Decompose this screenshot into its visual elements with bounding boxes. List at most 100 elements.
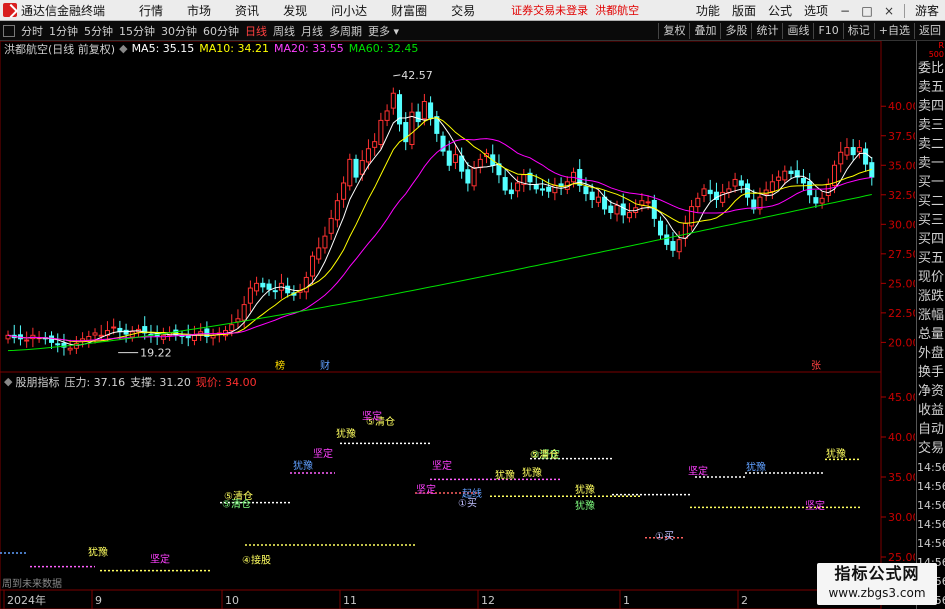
axis-label-8: 20.00	[888, 336, 915, 349]
btn-adjust[interactable]: 复权	[658, 23, 689, 39]
candle-down	[745, 183, 751, 198]
candle-up	[614, 204, 620, 215]
maximize-icon[interactable]: □	[856, 4, 878, 18]
sidebar-item-20[interactable]: 交易	[917, 439, 945, 458]
sub-signal-5: 犹豫	[293, 459, 313, 472]
candle-down	[266, 283, 272, 290]
candle-up	[421, 101, 427, 120]
date-label-3: 11	[343, 594, 357, 607]
candle-down	[664, 234, 670, 245]
menu-guest[interactable]: 游客	[909, 2, 945, 19]
menu-separator	[903, 3, 905, 18]
menu-trade[interactable]: 交易	[439, 2, 487, 19]
sidebar-item-18[interactable]: 收益	[917, 401, 945, 420]
btn-draw[interactable]: 画线	[782, 23, 813, 39]
candle-up	[819, 197, 825, 204]
menu-layout[interactable]: 版面	[726, 2, 762, 19]
candle-up	[682, 222, 688, 239]
menu-news[interactable]: 资讯	[223, 2, 271, 19]
close-icon[interactable]: ×	[878, 4, 900, 18]
sidebar-time-4: 14:56	[917, 537, 945, 550]
candle-down	[55, 343, 61, 346]
sidebar-item-2[interactable]: 卖四	[917, 97, 945, 116]
btn-mark[interactable]: 标记	[842, 23, 874, 39]
menu-quotes[interactable]: 行情	[127, 2, 175, 19]
toggle-icon[interactable]	[3, 24, 15, 37]
date-label-4: 12	[481, 594, 495, 607]
candle-up	[160, 334, 166, 340]
candle-up	[191, 334, 197, 341]
sub-legend-title: 股朋指标	[15, 375, 60, 389]
sidebar-item-12[interactable]: 涨跌	[917, 287, 945, 306]
btn-multistock[interactable]: 多股	[720, 23, 751, 39]
sub-legend-price: 现价: 34.00	[195, 375, 257, 389]
period-5min[interactable]: 5分钟	[81, 23, 116, 39]
menu-formula[interactable]: 公式	[762, 2, 798, 19]
watermark-url: www.zbgs3.com	[828, 586, 926, 600]
sidebar-item-3[interactable]: 卖三	[917, 116, 945, 135]
menu-ask[interactable]: 问小达	[319, 2, 379, 19]
period-1min[interactable]: 1分钟	[46, 23, 81, 39]
period-30min[interactable]: 30分钟	[158, 23, 200, 39]
period-monthly[interactable]: 月线	[298, 23, 326, 39]
sidebar-item-4[interactable]: 卖二	[917, 135, 945, 154]
sidebar-item-13[interactable]: 涨幅	[917, 306, 945, 325]
candle-up	[825, 183, 831, 196]
btn-stats[interactable]: 统计	[751, 23, 782, 39]
btn-overlay[interactable]: 叠加	[689, 23, 720, 39]
candle-up	[645, 201, 651, 204]
app-title: 通达信金融终端	[21, 3, 106, 18]
event-marker-2: 张	[811, 360, 821, 372]
period-multi[interactable]: 多周期	[326, 23, 365, 39]
period-daily[interactable]: 日线	[242, 23, 270, 39]
sidebar-time-0: 14:56	[917, 461, 945, 474]
period-weekly[interactable]: 周线	[270, 23, 298, 39]
sidebar-item-9[interactable]: 买四	[917, 230, 945, 249]
sub-gear-icon[interactable]: ◆	[4, 375, 12, 388]
sub-signal-15: 起线	[462, 487, 482, 500]
candle-down	[608, 205, 614, 213]
period-15min[interactable]: 15分钟	[116, 23, 158, 39]
sidebar-item-6[interactable]: 买一	[917, 173, 945, 192]
menu-market[interactable]: 市场	[175, 2, 223, 19]
candle-up	[316, 247, 322, 260]
candle-up	[515, 182, 521, 192]
sidebar-item-8[interactable]: 买三	[917, 211, 945, 230]
candle-up	[378, 119, 384, 145]
sub-signal-7: ④接股	[242, 553, 271, 566]
candle-down	[807, 181, 813, 196]
minimize-icon[interactable]: −	[834, 4, 856, 18]
btn-add-watchlist[interactable]: +自选	[873, 23, 914, 39]
sidebar-item-7[interactable]: 买二	[917, 192, 945, 211]
sidebar-item-10[interactable]: 买五	[917, 249, 945, 268]
period-60min[interactable]: 60分钟	[200, 23, 242, 39]
period-tick[interactable]: 分时	[18, 23, 46, 39]
candle-down	[583, 186, 589, 195]
candle-down	[353, 158, 359, 178]
sidebar-item-5[interactable]: 卖一	[917, 154, 945, 173]
sidebar-item-14[interactable]: 总量	[917, 325, 945, 344]
sidebar-item-19[interactable]: 自动	[917, 420, 945, 439]
sidebar-item-11[interactable]: 现价	[917, 268, 945, 287]
sidebar-item-15[interactable]: 外盘	[917, 344, 945, 363]
price-chart[interactable]: 40.00 37.50 35.00 32.50 30.00 27.50 25.00 22.50…	[0, 41, 915, 609]
menu-function[interactable]: 功能	[690, 2, 726, 19]
menu-wealth-circle[interactable]: 财富圈	[379, 2, 439, 19]
sidebar-item-16[interactable]: 换手	[917, 363, 945, 382]
candle-down	[446, 150, 452, 166]
sub-signal-3: 犹豫	[336, 427, 356, 440]
low-label: 19.22	[140, 347, 172, 360]
legend-gear-icon[interactable]: ◆	[119, 42, 127, 55]
chart-area[interactable]: 40.00 37.50 35.00 32.50 30.00 27.50 25.00 22.50…	[0, 41, 915, 609]
menu-options[interactable]: 选项	[798, 2, 834, 19]
candle-up	[229, 324, 235, 332]
period-more[interactable]: 更多 ▾	[365, 23, 402, 39]
btn-back[interactable]: 返回	[914, 23, 945, 39]
candle-down	[508, 189, 514, 195]
sidebar-item-0[interactable]: 委比	[917, 59, 945, 78]
sidebar-item-1[interactable]: 卖五	[917, 78, 945, 97]
candle-up	[390, 92, 396, 109]
btn-f10[interactable]: F10	[813, 23, 842, 39]
menu-discover[interactable]: 发现	[271, 2, 319, 19]
sidebar-item-17[interactable]: 净资	[917, 382, 945, 401]
